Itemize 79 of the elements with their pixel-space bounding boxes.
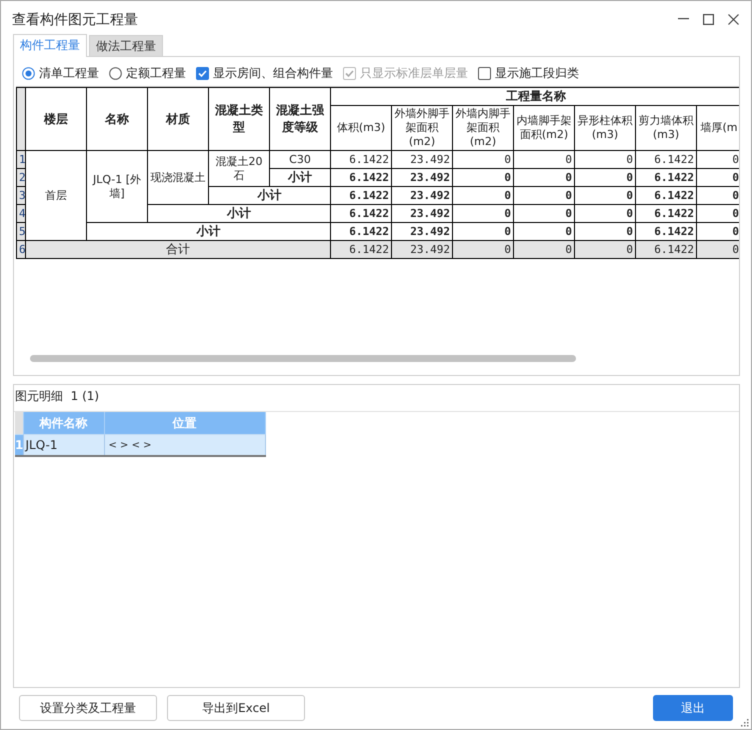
table-cell: 0 (452, 150, 514, 168)
table-cell: 6.1422 (330, 150, 392, 168)
column-header: 混凝土类型 (208, 88, 270, 150)
action-button[interactable]: 设置分类及工程量 (19, 695, 157, 721)
table-cell: 23.492 (392, 150, 452, 168)
window-title: 查看构件图元工程量 (12, 11, 139, 29)
table-cell: 0 (514, 204, 574, 222)
table-cell: 0 (514, 186, 574, 204)
table-cell: 6.1422 (330, 240, 392, 258)
row-number: 3 (16, 186, 26, 204)
table-cell[interactable]: JLQ-1 (23, 434, 104, 456)
table-cell: 小计 (208, 186, 330, 204)
table-cell: 0 (452, 240, 514, 258)
table-cell: 0 (514, 168, 574, 186)
table-cell: 6.1422 (636, 240, 696, 258)
table-cell: 0 (452, 168, 514, 186)
table-cell: 6.1422 (636, 186, 696, 204)
table-cell: JLQ-1 [外墙] (86, 150, 148, 222)
column-header: 楼层 (26, 88, 86, 150)
checkbox[interactable] (478, 67, 491, 80)
action-button[interactable]: 导出到Excel (167, 695, 305, 721)
table-cell: 0 (452, 186, 514, 204)
option-label: 清单工程量 (39, 65, 99, 82)
table-cell[interactable]: < > < > (104, 434, 265, 456)
option-label: 显示房间、组合构件量 (213, 65, 333, 82)
table-cell: 小计 (270, 168, 330, 186)
table-cell: 现浇混凝土 (148, 150, 208, 204)
table-cell: 6.1422 (330, 186, 392, 204)
table-cell: 0 (574, 168, 636, 186)
table-cell: 23.492 (392, 240, 452, 258)
row-number: 5 (16, 222, 26, 240)
table-cell: 0 (514, 150, 574, 168)
radio-button[interactable] (22, 67, 35, 80)
column-header: 外墙内脚手架面积(m2) (452, 106, 514, 150)
column-header: 内墙脚手架面积(m2) (514, 106, 574, 150)
table-cell: 23.492 (392, 168, 452, 186)
table-cell: 合计 (26, 240, 330, 258)
table-cell: 6.1422 (636, 204, 696, 222)
tab[interactable]: 构件工程量 (13, 34, 87, 57)
resize-grip-icon[interactable] (741, 719, 749, 727)
option-label: 显示施工段归类 (495, 65, 579, 82)
table-cell: 6.1422 (330, 168, 392, 186)
checkbox[interactable] (196, 67, 209, 80)
column-header: 材质 (148, 88, 208, 150)
column-header: 构件名称 (23, 412, 104, 434)
maximize-icon[interactable] (703, 14, 714, 24)
table-cell: 6.1422 (330, 204, 392, 222)
table-cell: 23.492 (392, 186, 452, 204)
table-cell: 0 (696, 240, 739, 258)
table-cell: 23.492 (392, 204, 452, 222)
column-header: 剪力墙体积(m3) (636, 106, 696, 150)
close-icon[interactable] (728, 14, 739, 24)
table-cell: 0 (574, 150, 636, 168)
table-cell: 0 (574, 204, 636, 222)
table-cell: 6.1422 (636, 168, 696, 186)
option-label: 定额工程量 (126, 65, 186, 82)
column-header: 外墙外脚手架面积(m2) (392, 106, 452, 150)
radio-button[interactable] (109, 67, 122, 80)
table-cell: 小计 (148, 204, 330, 222)
row-number: 1 (15, 434, 23, 456)
table-cell: 6.1422 (636, 150, 696, 168)
table-cell: C30 (270, 150, 330, 168)
column-header: 名称 (86, 88, 148, 150)
table-cell: 混凝土20石 (208, 150, 270, 186)
table-cell: 0 (452, 204, 514, 222)
scrollbar[interactable] (30, 355, 576, 362)
row-number: 2 (16, 168, 26, 186)
column-header: 体积(m3) (330, 106, 392, 150)
minimize-icon[interactable] (678, 18, 689, 20)
table-cell: 0 (574, 186, 636, 204)
tab[interactable]: 做法工程量 (89, 35, 163, 56)
exit-button[interactable]: 退出 (653, 695, 733, 721)
table-cell: 0 (574, 240, 636, 258)
column-header: 异形柱体积(m3) (574, 106, 636, 150)
table-cell: 0 (514, 240, 574, 258)
column-group-header: 工程量名称 (330, 88, 739, 106)
option-label: 只显示标准层单层量 (360, 65, 468, 82)
column-header: 混凝土强度等级 (270, 88, 330, 150)
column-header: 位置 (104, 412, 265, 434)
